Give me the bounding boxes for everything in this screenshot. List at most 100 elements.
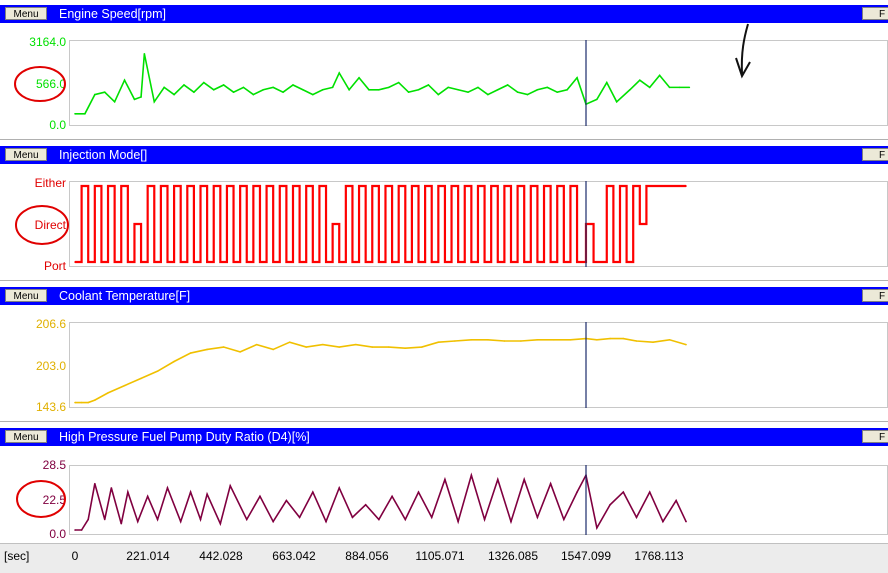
- data-point: [437, 341, 440, 343]
- plot-frame: [69, 322, 888, 408]
- data-point: [305, 185, 308, 187]
- menu-button[interactable]: Menu: [5, 430, 47, 443]
- data-point: [536, 261, 539, 263]
- time-tick-label: 442.028: [199, 549, 243, 563]
- coolant-temperature-panel: Menu Coolant Temperature[F] F 206.6 203.…: [0, 282, 888, 423]
- data-point: [437, 93, 440, 96]
- menu-button[interactable]: Menu: [5, 289, 47, 302]
- data-point: [391, 261, 393, 263]
- data-point: [371, 346, 374, 348]
- data-point: [166, 261, 169, 263]
- data-point: [84, 112, 86, 115]
- data-point: [179, 520, 182, 523]
- time-tick-label: 663.042: [272, 549, 316, 563]
- data-point: [510, 261, 512, 263]
- data-point: [397, 185, 400, 187]
- data-point: [229, 484, 232, 487]
- panel-divider: [0, 421, 888, 422]
- data-point: [536, 338, 539, 341]
- time-tick-label: 1547.099: [560, 549, 612, 563]
- data-point: [80, 185, 83, 187]
- data-point: [259, 495, 261, 498]
- injection-mode-plot: [69, 181, 888, 267]
- menu-button[interactable]: Menu: [5, 7, 47, 20]
- data-point: [496, 478, 499, 481]
- data-point: [255, 343, 258, 346]
- data-point: [321, 88, 324, 91]
- data-point: [206, 348, 208, 351]
- data-point: [648, 491, 651, 493]
- data-point: [94, 399, 96, 401]
- data-point: [652, 185, 654, 187]
- data-point: [635, 340, 638, 342]
- data-point: [265, 185, 268, 187]
- data-point: [272, 520, 274, 523]
- time-axis-unit: [sec]: [4, 549, 30, 563]
- data-point: [163, 86, 165, 89]
- data-point: [378, 88, 380, 91]
- time-tick-label: 1768.113: [634, 549, 684, 563]
- data-point: [688, 86, 691, 89]
- y-tick-label: 143.6: [35, 400, 66, 414]
- data-point: [166, 487, 169, 489]
- data-point: [123, 79, 126, 81]
- data-point: [123, 384, 126, 387]
- data-point: [292, 84, 294, 86]
- data-point: [331, 223, 334, 225]
- data-point: [193, 91, 195, 93]
- data-point: [189, 352, 192, 354]
- data-point: [219, 522, 222, 525]
- data-point: [625, 261, 628, 263]
- data-point: [467, 91, 469, 93]
- data-point: [397, 81, 400, 84]
- data-point: [252, 185, 255, 187]
- time-axis: [sec] 0 221.014 442.028 663.042 884.056 1105.…: [0, 543, 888, 573]
- data-point: [523, 478, 526, 481]
- data-point: [127, 491, 129, 493]
- data-point: [351, 516, 354, 519]
- data-point: [153, 261, 156, 263]
- data-point: [387, 346, 390, 348]
- data-point: [510, 520, 512, 523]
- data-point: [120, 522, 123, 525]
- data-point: [404, 261, 407, 263]
- f-button[interactable]: F: [862, 7, 888, 20]
- data-point: [387, 86, 390, 89]
- data-point: [424, 185, 426, 187]
- panel-header: Menu Coolant Temperature[F] F: [0, 287, 888, 305]
- data-point: [430, 516, 433, 519]
- data-point: [186, 185, 189, 187]
- data-point: [242, 86, 245, 89]
- plot-frame: [69, 40, 888, 126]
- data-point: [470, 474, 473, 477]
- data-point: [140, 261, 142, 263]
- data-point: [639, 79, 641, 81]
- data-point: [629, 88, 631, 91]
- data-point: [133, 223, 136, 225]
- data-point: [113, 261, 116, 263]
- data-point: [94, 482, 96, 485]
- y-tick-label: 203.0: [35, 359, 66, 373]
- data-point: [685, 520, 687, 523]
- data-point: [523, 261, 526, 263]
- data-point: [378, 518, 380, 521]
- data-point: [212, 88, 215, 91]
- f-button[interactable]: F: [862, 148, 888, 161]
- data-point: [338, 72, 341, 74]
- f-button[interactable]: F: [862, 430, 888, 443]
- coolant-temperature-plot: [69, 322, 888, 408]
- data-point: [549, 482, 552, 485]
- data-point: [183, 84, 185, 86]
- data-point: [645, 185, 648, 187]
- data-point: [206, 261, 208, 263]
- menu-button[interactable]: Menu: [5, 148, 47, 161]
- data-point: [520, 340, 522, 342]
- data-point: [662, 520, 664, 523]
- f-button[interactable]: F: [862, 289, 888, 302]
- data-point: [371, 185, 374, 187]
- data-point: [87, 518, 90, 521]
- data-point: [675, 499, 677, 502]
- data-point: [325, 261, 327, 263]
- data-point: [272, 261, 274, 263]
- data-point: [599, 261, 601, 263]
